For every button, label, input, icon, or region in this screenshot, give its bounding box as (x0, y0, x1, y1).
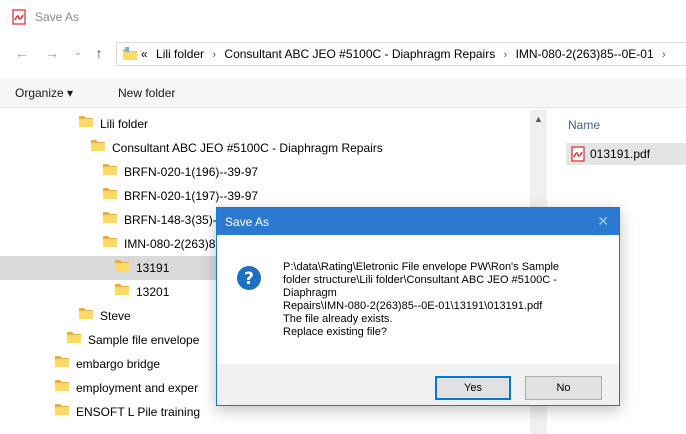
question-icon: ? (237, 266, 261, 290)
tree-item-label: 13191 (136, 261, 170, 275)
dialog-title-bar: Save As ✕ (217, 208, 619, 235)
svg-text:?: ? (244, 269, 254, 289)
yes-button[interactable]: Yes (435, 376, 511, 400)
tree-item-label: 13201 (136, 285, 170, 299)
folder-icon (123, 47, 137, 60)
up-arrow-icon[interactable]: ↑ (89, 42, 109, 64)
close-icon[interactable]: ✕ (597, 213, 609, 230)
window-title: Save As (35, 10, 80, 24)
breadcrumb-overflow[interactable]: « (141, 47, 153, 61)
message-line: Replace existing file? (283, 326, 387, 338)
scroll-up-icon[interactable]: ▲ (534, 114, 543, 124)
folder-icon (102, 161, 118, 185)
folder-icon (54, 401, 70, 425)
tree-item-label: BRFN-148-3(35)-- (124, 213, 221, 227)
tree-item-label: employment and exper (76, 381, 199, 395)
tree-item[interactable]: Lili folder (0, 112, 528, 136)
back-arrow-icon[interactable]: ← (12, 42, 32, 64)
command-toolbar: Organize ▾ New folder (0, 78, 686, 108)
message-line: P:\data\Rating\Eletronic File envelope P… (283, 261, 560, 273)
folder-icon (90, 137, 106, 161)
message-line: folder structure\Lili folder\Consultant … (283, 274, 557, 286)
breadcrumb-item-consultant[interactable]: Consultant ABC JEO #5100C - Diaphragm Re… (224, 47, 495, 61)
tree-item[interactable]: BRFN-020-1(197)--39-97 (0, 184, 528, 208)
column-header-name[interactable]: Name (568, 118, 600, 132)
tree-item-label: IMN-080-2(263)85 (124, 237, 223, 251)
folder-icon (102, 185, 118, 209)
message-line: Repairs\IMN-080-2(263)85--0E-01\13191\01… (283, 300, 543, 312)
organize-button[interactable]: Organize ▾ (15, 86, 73, 100)
breadcrumb-item-lili-folder[interactable]: Lili folder (156, 47, 204, 61)
folder-icon (54, 353, 70, 377)
tree-item[interactable]: BRFN-020-1(196)--39-97 (0, 160, 528, 184)
breadcrumb-separator-icon: › (503, 49, 508, 61)
navigation-bar: ← → ⌄ ↑ « Lili folder › Consultant ABC J… (0, 36, 686, 70)
tree-item[interactable]: Consultant ABC JEO #5100C - Diaphragm Re… (0, 136, 528, 160)
folder-icon (66, 329, 82, 353)
breadcrumb-separator-icon: › (661, 49, 666, 61)
title-bar: Save As (0, 0, 686, 34)
pdf-app-icon (12, 9, 26, 25)
confirm-replace-dialog: Save As ✕ ? P:\data\Rating\Eletronic Fil… (216, 207, 620, 406)
breadcrumb: « Lili folder › Consultant ABC JEO #5100… (141, 47, 671, 61)
tree-item-label: BRFN-020-1(197)--39-97 (124, 189, 259, 203)
folder-icon (102, 233, 118, 257)
file-name: 013191.pdf (590, 147, 651, 161)
tree-item-label: Steve (100, 309, 131, 323)
dialog-title: Save As (225, 215, 270, 229)
message-line: The file already exists. (283, 313, 393, 325)
dialog-message: P:\data\Rating\Eletronic File envelope P… (283, 261, 603, 339)
recent-locations-chevron-icon[interactable]: ⌄ (68, 42, 88, 64)
tree-item-label: ENSOFT L Pile training (76, 405, 201, 419)
new-folder-button[interactable]: New folder (118, 86, 175, 100)
breadcrumb-separator-icon: › (212, 49, 217, 61)
folder-icon (78, 113, 94, 137)
message-line: Diaphragm (283, 287, 337, 299)
tree-item-label: Lili folder (100, 117, 149, 131)
tree-item-label: BRFN-020-1(196)--39-97 (124, 165, 259, 179)
address-bar[interactable]: « Lili folder › Consultant ABC JEO #5100… (116, 42, 686, 66)
pdf-file-icon (571, 146, 585, 162)
folder-icon (114, 281, 130, 305)
folder-icon (102, 209, 118, 233)
tree-item-label: Sample file envelope (88, 333, 200, 347)
tree-item-label: embargo bridge (76, 357, 161, 371)
forward-arrow-icon[interactable]: → (42, 42, 62, 64)
folder-icon (54, 377, 70, 401)
dialog-footer: Yes No (217, 364, 619, 405)
folder-icon (114, 257, 130, 281)
folder-icon (78, 305, 94, 329)
tree-item-label: Consultant ABC JEO #5100C - Diaphragm Re… (112, 141, 383, 155)
no-button[interactable]: No (525, 376, 602, 400)
file-item[interactable]: 013191.pdf (566, 143, 686, 165)
breadcrumb-item-imn[interactable]: IMN-080-2(263)85--0E-01 (516, 47, 654, 61)
